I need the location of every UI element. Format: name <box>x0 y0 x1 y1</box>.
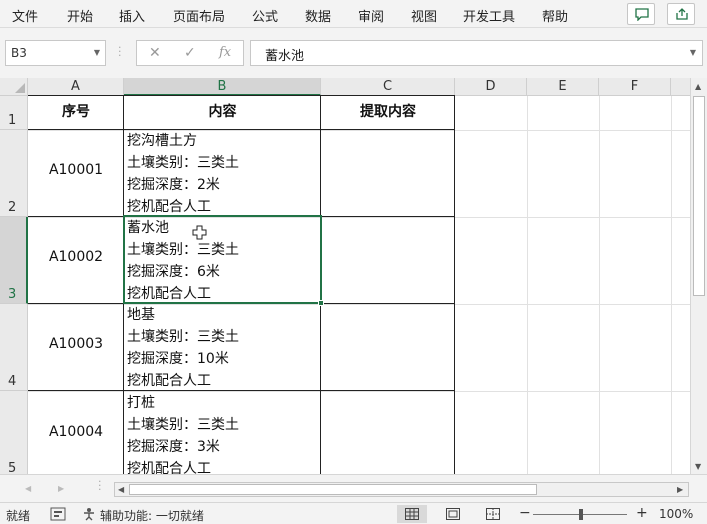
ribbon-menu-bar: 文件 开始 插入 页面布局 公式 数据 审阅 视图 开发工具 帮助 <box>0 0 707 28</box>
horizontal-scroll-thumb[interactable] <box>129 484 537 495</box>
scroll-up-icon[interactable]: ▲ <box>695 82 701 91</box>
check-icon[interactable]: ✓ <box>184 45 196 61</box>
accessibility-icon[interactable] <box>82 507 96 521</box>
formula-bar: B3 ▼ · · · ✕ ✓ fx 蓄水池 ▼ <box>0 28 707 78</box>
drag-handle-icon[interactable]: · · · <box>98 476 102 495</box>
cell-b5[interactable]: 打桩 土壤类别：三类土 挖掘深度：3米 挖机配合人工 <box>124 390 320 474</box>
menu-data[interactable]: 数据 <box>305 6 331 25</box>
row-header-1[interactable]: 1 <box>0 96 28 130</box>
cell-cursor-icon <box>192 225 207 240</box>
column-header-g[interactable] <box>671 78 690 96</box>
formula-input-value: 蓄水池 <box>265 49 305 64</box>
menu-review[interactable]: 审阅 <box>358 6 384 25</box>
drag-handle-icon[interactable]: · · · <box>118 42 122 61</box>
cell-line: 地基 <box>127 307 155 323</box>
active-cell-selection[interactable] <box>123 215 324 306</box>
chevron-down-icon[interactable]: ▼ <box>690 48 696 57</box>
cell-a5[interactable]: A10004 <box>28 424 124 440</box>
menu-page-layout[interactable]: 页面布局 <box>173 6 225 25</box>
page-break-icon <box>486 508 500 520</box>
zoom-level[interactable]: 100% <box>659 507 693 521</box>
cell-line: 挖掘深度：10米 <box>127 351 229 367</box>
row-header-3[interactable]: 3 <box>0 217 28 304</box>
column-header-e[interactable]: E <box>527 78 599 96</box>
menu-home[interactable]: 开始 <box>67 6 93 25</box>
cell-c5[interactable] <box>321 391 454 474</box>
cancel-icon[interactable]: ✕ <box>149 45 161 61</box>
cell-line: 挖机配合人工 <box>127 373 211 389</box>
zoom-out-button[interactable]: − <box>519 505 531 521</box>
row-header-2[interactable]: 2 <box>0 130 28 217</box>
cell-b4[interactable]: 地基 土壤类别：三类土 挖掘深度：10米 挖机配合人工 <box>124 302 320 392</box>
scroll-down-icon[interactable]: ▼ <box>695 462 701 471</box>
cell-line: 挖掘深度：3米 <box>127 439 220 455</box>
row-header-4[interactable]: 4 <box>0 304 28 391</box>
menu-insert[interactable]: 插入 <box>119 6 145 25</box>
macro-record-icon[interactable] <box>50 507 66 521</box>
formula-bar-actions: ✕ ✓ fx <box>136 40 244 66</box>
page-layout-icon <box>446 508 460 520</box>
column-header-c[interactable]: C <box>321 78 455 96</box>
select-all-button[interactable] <box>0 78 28 96</box>
page-break-view-button[interactable] <box>478 505 508 523</box>
cell-c3[interactable] <box>321 217 454 303</box>
status-ready: 就绪 <box>6 509 31 523</box>
insert-function-icon[interactable]: fx <box>219 45 231 60</box>
cell-line: 土壤类别：三类土 <box>127 417 239 433</box>
normal-view-button[interactable] <box>397 505 427 523</box>
menu-file[interactable]: 文件 <box>12 6 38 25</box>
gridline <box>527 96 528 474</box>
menu-view[interactable]: 视图 <box>411 6 437 25</box>
gridline <box>599 96 600 474</box>
zoom-in-button[interactable]: + <box>636 505 648 521</box>
column-header-d[interactable]: D <box>455 78 527 96</box>
gridline <box>671 96 672 474</box>
zoom-slider-thumb[interactable] <box>579 509 583 520</box>
tab-scroll-left-icon[interactable]: ◀ <box>25 484 31 493</box>
name-box[interactable]: B3 ▼ <box>5 40 106 66</box>
cell-a4[interactable]: A10003 <box>28 336 124 352</box>
cell-line: 土壤类别：三类土 <box>127 329 239 345</box>
cell-line: 挖掘深度：2米 <box>127 177 220 193</box>
accessibility-status[interactable]: 辅助功能: 一切就绪 <box>100 507 204 524</box>
chevron-down-icon[interactable]: ▼ <box>94 48 100 57</box>
cell-line: 土壤类别：三类土 <box>127 155 239 171</box>
cell-c2[interactable] <box>321 130 454 216</box>
name-box-value: B3 <box>11 46 27 60</box>
share-button[interactable] <box>667 3 695 25</box>
cell-line: 打桩 <box>127 395 155 411</box>
vertical-scroll-thumb[interactable] <box>693 96 705 296</box>
scroll-right-icon[interactable]: ▶ <box>677 485 683 494</box>
scroll-left-icon[interactable]: ◀ <box>118 485 124 494</box>
cell-c4[interactable] <box>321 304 454 390</box>
table-border <box>454 96 455 474</box>
fill-handle[interactable] <box>318 300 324 306</box>
cell-line: 挖沟槽土方 <box>127 133 197 149</box>
column-header-a[interactable]: A <box>28 78 124 96</box>
menu-developer[interactable]: 开发工具 <box>463 6 515 25</box>
cell-a2[interactable]: A10001 <box>28 162 124 178</box>
page-layout-view-button[interactable] <box>438 505 468 523</box>
status-bar: 就绪 辅助功能: 一切就绪 − + 100% <box>0 502 707 524</box>
cell-c1[interactable]: 提取内容 <box>321 96 455 129</box>
worksheet-grid[interactable]: A B C D E F 1 2 3 4 5 序号 内容 提取内容 A10001 … <box>0 78 690 474</box>
row-header-5[interactable]: 5 <box>0 391 28 474</box>
tab-scroll-right-icon[interactable]: ▶ <box>58 484 64 493</box>
cell-a3[interactable]: A10002 <box>28 249 124 265</box>
column-header-f[interactable]: F <box>599 78 671 96</box>
comments-button[interactable] <box>627 3 655 25</box>
cell-b2[interactable]: 挖沟槽土方 土壤类别：三类土 挖掘深度：2米 挖机配合人工 <box>124 128 320 218</box>
cell-line: 挖机配合人工 <box>127 461 211 474</box>
vertical-scrollbar[interactable]: ▲ ▼ <box>690 78 707 474</box>
cell-b1[interactable]: 内容 <box>124 96 321 129</box>
horizontal-scrollbar[interactable]: ◀ ▶ <box>114 482 689 497</box>
cell-a1[interactable]: 序号 <box>28 96 124 129</box>
share-icon <box>676 8 688 20</box>
column-header-b[interactable]: B <box>124 78 321 96</box>
grid-view-icon <box>405 508 419 520</box>
comment-icon <box>635 8 649 21</box>
menu-formulas[interactable]: 公式 <box>252 6 278 25</box>
menu-help[interactable]: 帮助 <box>542 6 568 25</box>
formula-input[interactable]: 蓄水池 ▼ <box>250 40 703 66</box>
